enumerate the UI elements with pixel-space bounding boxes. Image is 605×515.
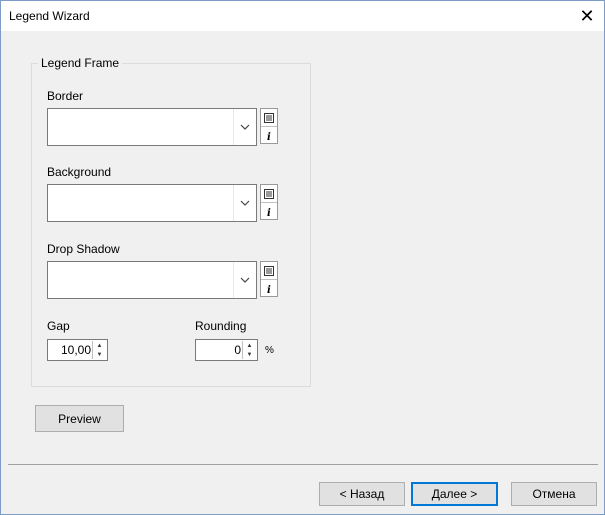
border-combo[interactable] bbox=[47, 108, 257, 146]
svg-text:i: i bbox=[267, 208, 271, 217]
svg-text:i: i bbox=[267, 285, 271, 294]
info-icon[interactable]: i bbox=[261, 127, 277, 144]
border-style-buttons: i bbox=[260, 108, 278, 144]
properties-icon[interactable] bbox=[261, 185, 277, 203]
window-title: Legend Wizard bbox=[9, 9, 90, 23]
divider bbox=[8, 464, 598, 465]
close-button[interactable]: ✕ bbox=[570, 1, 604, 31]
background-label: Background bbox=[47, 165, 112, 179]
spin-up-icon[interactable]: ▲ bbox=[243, 341, 256, 350]
rounding-label: Rounding bbox=[195, 319, 247, 333]
drop-shadow-style-buttons: i bbox=[260, 261, 278, 297]
drop-shadow-combo[interactable] bbox=[47, 261, 257, 299]
gap-value[interactable]: 10,00 bbox=[61, 343, 91, 357]
background-style-buttons: i bbox=[260, 184, 278, 220]
properties-icon[interactable] bbox=[261, 109, 277, 127]
group-label: Legend Frame bbox=[38, 56, 123, 70]
cancel-button[interactable]: Отмена bbox=[511, 482, 597, 506]
gap-spin-buttons: ▲ ▼ bbox=[92, 341, 106, 359]
svg-text:i: i bbox=[267, 132, 271, 141]
rounding-unit: % bbox=[265, 345, 274, 356]
legend-wizard-window: Legend Wizard ✕ Legend Frame Border i Ba… bbox=[0, 0, 605, 515]
chevron-down-icon[interactable] bbox=[233, 185, 256, 221]
chevron-down-icon[interactable] bbox=[233, 109, 256, 145]
title-bar: Legend Wizard ✕ bbox=[1, 1, 604, 31]
spin-down-icon[interactable]: ▼ bbox=[93, 350, 106, 359]
spin-down-icon[interactable]: ▼ bbox=[243, 350, 256, 359]
drop-shadow-label: Drop Shadow bbox=[47, 242, 120, 256]
background-combo[interactable] bbox=[47, 184, 257, 222]
preview-button[interactable]: Preview bbox=[35, 405, 124, 432]
close-icon: ✕ bbox=[579, 5, 595, 26]
properties-icon[interactable] bbox=[261, 262, 277, 280]
rounding-stepper[interactable]: 0 ▲ ▼ bbox=[195, 339, 258, 361]
chevron-down-icon[interactable] bbox=[233, 262, 256, 298]
gap-label: Gap bbox=[47, 319, 70, 333]
rounding-spin-buttons: ▲ ▼ bbox=[242, 341, 256, 359]
border-label: Border bbox=[47, 89, 84, 103]
back-button[interactable]: < Назад bbox=[319, 482, 405, 506]
info-icon[interactable]: i bbox=[261, 280, 277, 297]
rounding-value[interactable]: 0 bbox=[234, 343, 241, 357]
info-icon[interactable]: i bbox=[261, 203, 277, 220]
spin-up-icon[interactable]: ▲ bbox=[93, 341, 106, 350]
next-button[interactable]: Далее > bbox=[411, 482, 498, 506]
gap-stepper[interactable]: 10,00 ▲ ▼ bbox=[47, 339, 108, 361]
